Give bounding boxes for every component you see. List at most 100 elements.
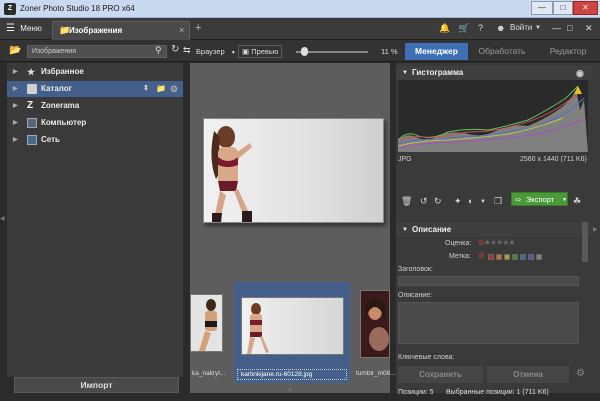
description-header[interactable]: ▼ Описание <box>396 223 592 237</box>
gear-icon[interactable]: ⚙ <box>170 81 178 97</box>
navigator-item-label: Каталог <box>41 84 72 93</box>
navigator-item-label: Zonerama <box>41 101 80 110</box>
histogram-settings-icon[interactable]: ◉ <box>576 66 584 80</box>
thumbnail-label: ka_nakryl... <box>192 370 226 377</box>
histogram-header[interactable]: ▼ Гистограмма ◉ <box>396 66 592 80</box>
magic-wand-icon[interactable]: ✦ <box>454 196 462 207</box>
cancel-button[interactable]: Отмена <box>487 366 569 383</box>
login-button[interactable]: Войти <box>510 23 532 32</box>
expand-arrow-icon[interactable]: ▶ <box>13 115 18 131</box>
navigator-item-favorites[interactable]: ▶ ★ Избранное <box>7 64 183 80</box>
menu-button[interactable]: ☰ Меню <box>6 23 42 34</box>
chevron-down-icon: ▼ <box>230 50 236 56</box>
rating-stars[interactable]: ⊘★★★★★ <box>478 238 516 247</box>
navigator-item-zonerama[interactable]: ▶ Z Zonerama <box>7 98 183 114</box>
color-swatch[interactable] <box>488 254 494 260</box>
add-folder-icon[interactable]: 📂 <box>9 45 21 56</box>
status-bar: Позиции: 5 Выбранные позиции: 1 (711 K6) <box>396 385 600 401</box>
share-icon[interactable]: ☘ <box>573 196 581 207</box>
tab-images[interactable]: 📁 Изображения × <box>52 21 190 40</box>
search-icon[interactable]: ⚲ <box>155 45 162 56</box>
restore-panel-icon[interactable]: □ <box>567 23 572 33</box>
expand-arrow-icon[interactable]: ▶ <box>13 132 18 148</box>
image-format: JPG <box>398 156 412 163</box>
chevron-down-icon[interactable]: ▼ <box>480 199 486 205</box>
rotate-left-icon[interactable]: ↺ <box>420 196 428 207</box>
chevron-down-icon[interactable]: ▼ <box>535 25 541 31</box>
rating-label: Оценка: <box>445 240 472 247</box>
mode-editor-button[interactable]: Редактор <box>536 43 600 60</box>
close-panel-icon[interactable]: ✕ <box>585 23 593 34</box>
preview-button[interactable]: ▣ Превью <box>238 45 283 58</box>
minimize-panel-icon[interactable]: — <box>552 23 561 33</box>
search-input[interactable]: Изображения <box>27 45 167 58</box>
navigator-item-label: Компьютер <box>41 118 87 127</box>
right-collapse-handle[interactable]: ▶ <box>593 226 598 233</box>
navigator-item-catalog[interactable]: ▶ Каталог ⇕ 📁 ⚙ <box>7 81 183 97</box>
sort-icon[interactable]: ⇕ <box>143 81 149 97</box>
image-dimensions: 2560 x 1440 (711 K6) <box>520 156 587 163</box>
gear-icon[interactable]: ⚙ <box>576 368 585 379</box>
title-field[interactable] <box>398 276 579 286</box>
tab-close-icon[interactable]: × <box>179 25 184 35</box>
zoom-slider-thumb[interactable] <box>301 47 308 56</box>
delete-icon[interactable]: 🗑 <box>401 196 412 207</box>
refresh-icon[interactable]: ↻ <box>171 44 179 55</box>
export-button[interactable]: ⇨ Экспорт ▼ <box>511 192 568 206</box>
color-swatch[interactable] <box>512 254 518 260</box>
filmstrip-collapse-handle[interactable]: ▼ <box>287 388 293 394</box>
effects-icon[interactable]: ◐ <box>468 196 473 206</box>
color-swatch[interactable] <box>520 254 526 260</box>
mode-develop-button[interactable]: Обработать <box>470 43 534 60</box>
expand-arrow-icon[interactable]: ▶ <box>13 81 18 97</box>
network-icon <box>27 135 37 145</box>
description-field[interactable] <box>398 302 579 344</box>
preview-image[interactable] <box>203 118 384 223</box>
thumbnail-label: tumblr_m08... <box>356 370 396 377</box>
browser-dropdown[interactable]: Браузер ▼ <box>196 47 236 56</box>
import-button[interactable]: Импорт <box>14 377 179 393</box>
maximize-button[interactable]: □ <box>553 1 573 15</box>
copy-icon[interactable]: ❐ <box>494 196 502 207</box>
add-tab-button[interactable]: + <box>195 22 201 34</box>
minimize-button[interactable]: — <box>531 1 553 15</box>
panel-scrollbar[interactable] <box>582 222 588 262</box>
cart-icon[interactable]: 🛒 <box>458 23 469 34</box>
zonerama-icon: Z <box>27 100 34 111</box>
browser-view-icon[interactable]: ⇆ <box>183 45 191 56</box>
notification-bell-icon[interactable]: 🔔 <box>439 23 450 34</box>
collapse-arrow-icon: ▼ <box>402 70 408 76</box>
color-swatch[interactable] <box>504 254 510 260</box>
chevron-down-icon: ▼ <box>562 197 567 203</box>
add-folder-icon[interactable]: 📁 <box>156 81 166 97</box>
selected-count: Выбранные позиции: 1 (711 K6) <box>446 389 549 396</box>
help-icon[interactable]: ? <box>478 23 483 33</box>
mode-manager-button[interactable]: Менеджер <box>405 43 468 60</box>
navigator-item-label: Избранное <box>41 67 84 76</box>
user-icon[interactable]: ☻ <box>496 23 505 33</box>
navigator-item-network[interactable]: ▶ Сеть <box>7 132 183 148</box>
export-label: Экспорт <box>526 195 555 204</box>
color-label-label: Метка: <box>449 253 471 260</box>
thumbnail-image[interactable] <box>241 297 344 355</box>
color-swatch[interactable] <box>496 254 502 260</box>
star-icon[interactable]: ★ <box>508 238 515 247</box>
thumbnail-image[interactable] <box>360 290 390 358</box>
navigator-item-computer[interactable]: ▶ Компьютер <box>7 115 183 131</box>
catalog-icon <box>27 84 37 94</box>
collapse-arrow-icon: ▼ <box>402 227 408 233</box>
expand-arrow-icon[interactable]: ▶ <box>13 98 18 114</box>
rotate-right-icon[interactable]: ↻ <box>434 196 442 207</box>
thumbnail-figure <box>247 303 269 354</box>
close-button[interactable]: ✕ <box>573 1 598 15</box>
color-swatch[interactable] <box>528 254 534 260</box>
navigator-item-label: Сеть <box>41 135 60 144</box>
no-label-icon[interactable]: ⊘ <box>478 251 485 260</box>
left-collapse-handle[interactable]: ◀ <box>0 215 5 222</box>
thumbnail-image[interactable] <box>190 294 223 352</box>
histogram-graph <box>397 85 588 152</box>
color-swatch[interactable] <box>536 254 542 260</box>
expand-arrow-icon[interactable]: ▶ <box>13 64 18 80</box>
save-button[interactable]: Сохранить <box>398 366 483 383</box>
tab-images-label: Изображения <box>69 26 123 35</box>
